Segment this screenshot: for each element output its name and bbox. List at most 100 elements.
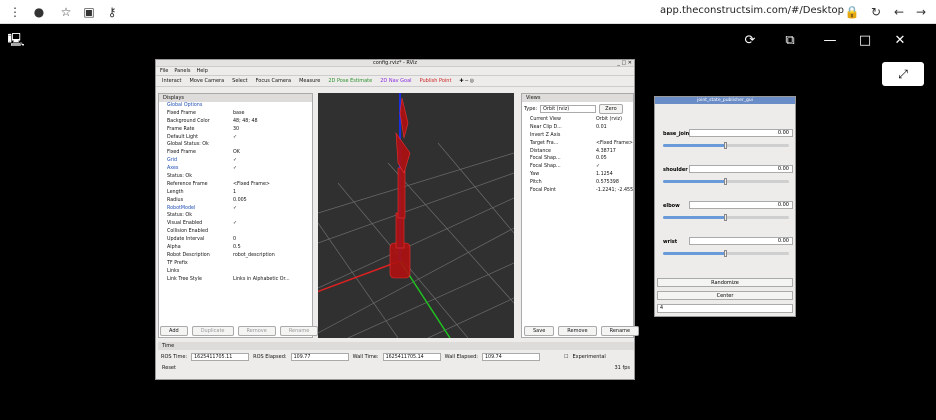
property-value[interactable]: 0.005: [233, 197, 312, 205]
tree-row[interactable]: Frame Rate 30: [159, 126, 312, 134]
tree-row[interactable]: Status: Ok: [159, 212, 312, 220]
property-value[interactable]: ✓: [233, 134, 312, 142]
cast-icon[interactable]: ▣: [80, 3, 98, 21]
property-value[interactable]: [233, 102, 312, 110]
tree-row[interactable]: Length 1: [159, 189, 312, 197]
menu-help[interactable]: Help: [196, 68, 207, 74]
back-icon[interactable]: ←: [890, 3, 908, 21]
tree-row[interactable]: Background Color 48; 48; 48: [159, 118, 312, 126]
slider-handle[interactable]: [724, 178, 727, 185]
joint-value-field[interactable]: 0.00: [689, 129, 793, 137]
tree-row[interactable]: Visual Enabled ✓: [159, 220, 312, 228]
tree-row[interactable]: Grid ✓: [159, 157, 312, 165]
tree-row[interactable]: Invert Z Axis: [522, 132, 633, 140]
property-value[interactable]: 30: [233, 126, 312, 134]
joint-slider[interactable]: [663, 250, 789, 257]
property-value[interactable]: [596, 132, 633, 140]
joint-value-field[interactable]: 0.00: [689, 237, 793, 245]
window-controls-icon[interactable]: _ □ ✕: [617, 60, 632, 67]
randomize-button[interactable]: Randomize: [657, 278, 793, 287]
tree-row[interactable]: Focal Point -1.2241; -2.4556...: [522, 187, 633, 195]
property-value[interactable]: ✓: [233, 205, 312, 213]
property-value[interactable]: 1.1254: [596, 171, 633, 179]
tree-row[interactable]: Links: [159, 268, 312, 276]
property-value[interactable]: base: [233, 110, 312, 118]
tool-interact[interactable]: Interact: [162, 78, 182, 84]
displays-tree[interactable]: Global Options Fixed Frame base Background …: [159, 102, 312, 283]
tree-row[interactable]: Pitch 0.575398: [522, 179, 633, 187]
minimize-icon[interactable]: —: [820, 32, 840, 50]
property-value[interactable]: ✓: [596, 163, 633, 171]
menu-panels[interactable]: Panels: [174, 68, 190, 74]
fullscreen-button[interactable]: ⤢: [882, 62, 924, 86]
menu-file[interactable]: File: [160, 68, 168, 74]
property-value[interactable]: 48; 48; 48: [233, 118, 312, 126]
views-tree[interactable]: Current View Orbit (rviz) Near Clip D... 0.…: [522, 116, 633, 195]
joint-slider[interactable]: [663, 214, 789, 221]
joint-value-field[interactable]: 0.00: [689, 165, 793, 173]
property-value[interactable]: [233, 212, 312, 220]
tree-row[interactable]: Collision Enabled: [159, 228, 312, 236]
save-view-button[interactable]: Save: [524, 326, 555, 336]
tool-move-camera[interactable]: Move Camera: [190, 78, 225, 84]
3d-viewport[interactable]: [318, 93, 514, 338]
profile-icon[interactable]: ●: [30, 3, 48, 21]
add-button[interactable]: Add: [160, 326, 188, 336]
tree-row[interactable]: Focal Shap... ✓: [522, 163, 633, 171]
property-value[interactable]: ✓: [233, 157, 312, 165]
property-value[interactable]: 0.5: [233, 244, 312, 252]
maximize-icon[interactable]: □: [855, 32, 875, 50]
reload-icon[interactable]: ↻: [867, 3, 885, 21]
property-value[interactable]: ✓: [233, 165, 312, 173]
joint-slider[interactable]: [663, 142, 789, 149]
tree-row[interactable]: RobotModel ✓: [159, 205, 312, 213]
property-value[interactable]: <Fixed Frame>: [233, 181, 312, 189]
property-value[interactable]: 0.575398: [596, 179, 633, 187]
tree-row[interactable]: Radius 0.005: [159, 197, 312, 205]
joint-slider[interactable]: [663, 178, 789, 185]
duplicate-button[interactable]: Duplicate: [191, 326, 234, 336]
tree-row[interactable]: Axes ✓: [159, 165, 312, 173]
toolbar-extra-icons[interactable]: ✚ ─ ◎: [459, 78, 474, 84]
property-value[interactable]: 4.38717: [596, 148, 633, 156]
property-value[interactable]: 0: [233, 236, 312, 244]
property-value[interactable]: [233, 260, 312, 268]
joint-value-field[interactable]: 0.00: [689, 201, 793, 209]
remove-view-button[interactable]: Remove: [558, 326, 597, 336]
property-value[interactable]: 1: [233, 189, 312, 197]
tree-row[interactable]: Target Fra... <Fixed Frame>: [522, 140, 633, 148]
property-value[interactable]: OK: [233, 149, 312, 157]
forward-icon[interactable]: →: [912, 3, 930, 21]
more-vert-icon[interactable]: ⋮: [6, 3, 24, 21]
spinbox[interactable]: 4: [657, 304, 793, 313]
tree-row[interactable]: Link Tree Style Links in Alphabetic Or...: [159, 276, 312, 284]
close-icon[interactable]: ✕: [890, 32, 910, 50]
property-value[interactable]: [233, 268, 312, 276]
bookmark-star-icon[interactable]: ☆: [57, 3, 75, 21]
property-value[interactable]: 0.05: [596, 155, 633, 163]
tool-2d-nav-goal[interactable]: 2D Nav Goal: [380, 78, 411, 84]
rename-display-button[interactable]: Rename: [279, 326, 319, 336]
tree-row[interactable]: Reference Frame <Fixed Frame>: [159, 181, 312, 189]
computer-icon[interactable]: 🖳: [6, 32, 26, 50]
property-value[interactable]: [233, 228, 312, 236]
view-type-select[interactable]: Orbit (rviz): [540, 105, 597, 113]
tree-row[interactable]: Focal Shap... 0.05: [522, 155, 633, 163]
zero-button[interactable]: Zero: [599, 104, 623, 114]
tree-row[interactable]: Fixed Frame OK: [159, 149, 312, 157]
property-value[interactable]: robot_description: [233, 252, 312, 260]
tree-row[interactable]: Status: Ok: [159, 173, 312, 181]
center-button[interactable]: Center: [657, 291, 793, 300]
experimental-checkbox[interactable]: ☐: [564, 354, 568, 360]
tree-row[interactable]: Update Interval 0: [159, 236, 312, 244]
property-value[interactable]: [233, 141, 312, 149]
tree-row[interactable]: Fixed Frame base: [159, 110, 312, 118]
property-value[interactable]: -1.2241; -2.4556...: [596, 187, 633, 195]
slider-handle[interactable]: [724, 142, 727, 149]
tool-measure[interactable]: Measure: [299, 78, 320, 84]
tree-row[interactable]: Global Options: [159, 102, 312, 110]
tree-row[interactable]: TF Prefix: [159, 260, 312, 268]
property-value[interactable]: ✓: [233, 220, 312, 228]
refresh-icon[interactable]: ⟳: [740, 32, 760, 50]
slider-handle[interactable]: [724, 214, 727, 221]
